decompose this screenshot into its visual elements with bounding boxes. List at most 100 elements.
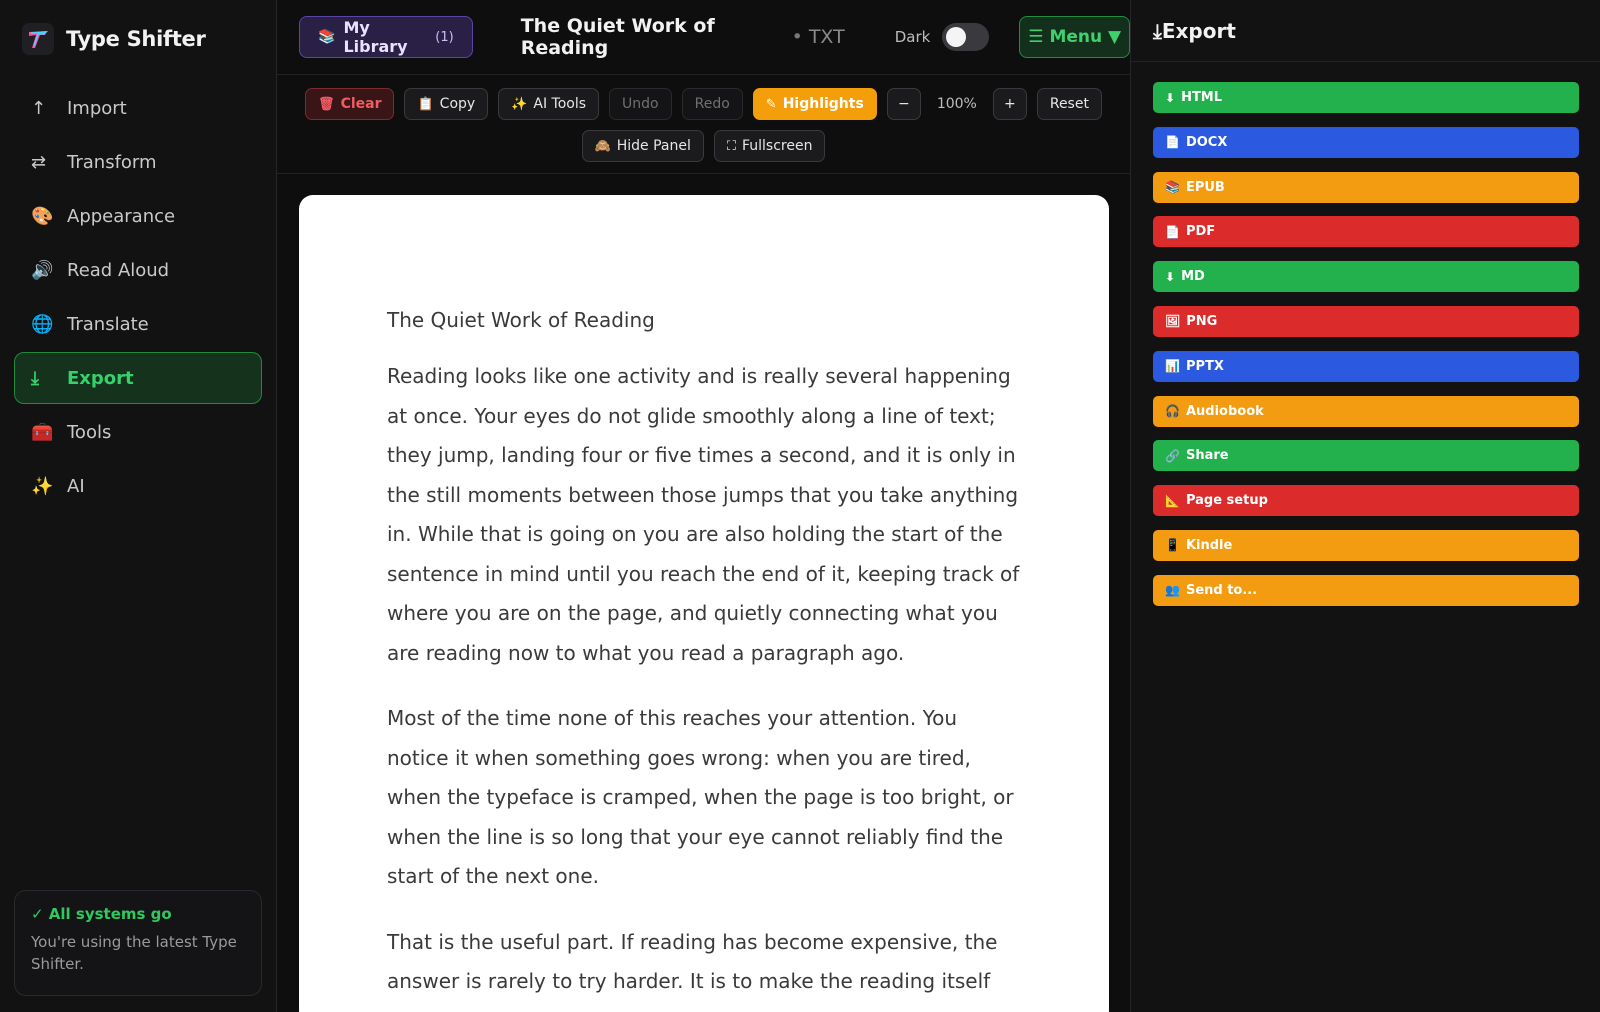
export-button-label: Share <box>1185 448 1229 464</box>
clear-button[interactable]: 🗑 Clear <box>305 88 395 120</box>
redo-button[interactable]: Redo <box>681 88 743 120</box>
reset-button[interactable]: Reset <box>1036 88 1102 120</box>
sidebar-item-translate[interactable]: 🌐 Translate <box>14 298 262 350</box>
zoom-level: 100% <box>936 96 977 112</box>
export-pdf-button[interactable]: 📄 PDF <box>1153 216 1579 248</box>
copy-button[interactable]: 📋 Copy <box>404 88 489 120</box>
sidebar-item-label: AI <box>67 475 85 497</box>
ruler-icon: 📐 <box>1165 493 1180 508</box>
zoom-in-button[interactable]: + <box>992 88 1027 120</box>
export-button-label: EPUB <box>1185 179 1225 195</box>
clipboard-icon: 📋 <box>417 96 434 112</box>
tablet-icon: 📱 <box>1165 538 1180 553</box>
export-share-button[interactable]: 🔗 Share <box>1153 440 1579 472</box>
my-library-label: My Library <box>343 18 408 56</box>
sidebar-item-label: Export <box>67 367 134 389</box>
link-icon: 🔗 <box>1165 448 1180 463</box>
toggle-knob <box>946 27 967 47</box>
trash-icon: 🗑 <box>318 96 335 112</box>
highlights-label: Highlights <box>782 96 864 112</box>
sparkles-icon: ✨ <box>511 96 528 112</box>
export-pptx-button[interactable]: 📊 PPTX <box>1153 350 1579 382</box>
export-panel-title: ⤓Export <box>1131 0 1600 62</box>
toolbar-row-1: 🗑 Clear 📋 Copy ✨ AI Tools Undo Redo ✎ Hi… <box>277 88 1130 120</box>
top-bar: 📚 My Library (1) The Quiet Work of Readi… <box>277 0 1130 75</box>
sidebar-item-label: Translate <box>67 313 149 335</box>
arrow-up-icon: ↑ <box>31 97 47 119</box>
sidebar-item-label: Read Aloud <box>67 259 170 281</box>
status-description: You're using the latest Type Shifter. <box>31 933 237 973</box>
sidebar-item-ai[interactable]: ✨ AI <box>14 460 262 512</box>
document-heading: The Quiet Work of Reading <box>387 308 655 332</box>
export-html-button[interactable]: ⬇ HTML <box>1153 82 1579 113</box>
export-send-to-button[interactable]: 👥 Send to... <box>1153 574 1579 606</box>
export-kindle-button[interactable]: 📱 Kindle <box>1153 529 1579 561</box>
document-icon: 📄 <box>1165 135 1180 150</box>
export-button-label: HTML <box>1181 90 1223 105</box>
highlights-button[interactable]: ✎ Highlights <box>752 88 877 120</box>
document-type: • TXT <box>792 26 845 48</box>
books-icon: 📚 <box>318 29 336 45</box>
export-png-button[interactable]: 🖼 PNG <box>1153 305 1579 337</box>
app-window: Type Shifter ↑ Import ⇄ Transform 🎨 Appe… <box>0 0 1600 1012</box>
brand[interactable]: Type Shifter <box>0 0 276 78</box>
export-button-label: MD <box>1181 269 1205 285</box>
image-icon: 🖼 <box>1165 314 1181 329</box>
globe-icon: 🌐 <box>31 313 54 335</box>
document-paragraph: Reading looks like one activity and is r… <box>387 364 1020 665</box>
document-page[interactable]: The Quiet Work of Reading Reading looks … <box>299 195 1109 1012</box>
fullscreen-button[interactable]: ⛶ Fullscreen <box>713 130 826 162</box>
sidebar-item-read-aloud[interactable]: 🔊 Read Aloud <box>14 244 262 296</box>
sidebar-item-label: Appearance <box>67 205 176 227</box>
sidebar-nav: ↑ Import ⇄ Transform 🎨 Appearance 🔊 Read… <box>0 82 276 512</box>
ai-tools-label: AI Tools <box>533 96 587 112</box>
export-page-setup-button[interactable]: 📐 Page setup <box>1153 485 1579 517</box>
headphones-icon: 🎧 <box>1165 404 1180 419</box>
export-button-label: PPTX <box>1185 358 1224 374</box>
palette-icon: 🎨 <box>31 205 54 227</box>
separator-dot: • <box>791 26 803 48</box>
sidebar: Type Shifter ↑ Import ⇄ Transform 🎨 Appe… <box>0 0 277 1012</box>
speaker-icon: 🔊 <box>31 259 54 281</box>
export-audiobook-button[interactable]: 🎧 Audiobook <box>1153 395 1579 427</box>
export-button-label: Audiobook <box>1185 403 1264 419</box>
export-button-label: Page setup <box>1185 493 1268 509</box>
my-library-button[interactable]: 📚 My Library (1) <box>299 16 473 58</box>
pencil-icon: ✎ <box>765 96 777 112</box>
fullscreen-label: Fullscreen <box>741 138 813 154</box>
dark-mode-label: Dark <box>894 28 931 46</box>
document-paragraph: Most of the time none of this reaches yo… <box>387 706 1014 888</box>
sidebar-item-appearance[interactable]: 🎨 Appearance <box>14 190 262 242</box>
sidebar-item-import[interactable]: ↑ Import <box>14 82 262 134</box>
sidebar-item-tools[interactable]: 🧰 Tools <box>14 406 262 458</box>
export-button-label: PNG <box>1186 313 1218 329</box>
toolbox-icon: 🧰 <box>31 421 54 443</box>
sparkles-icon: ✨ <box>31 475 54 497</box>
sidebar-item-transform[interactable]: ⇄ Transform <box>14 136 262 188</box>
hide-panel-button[interactable]: 🙈 Hide Panel <box>581 130 704 162</box>
export-button-label: DOCX <box>1185 134 1228 150</box>
document-icon: 📄 <box>1165 224 1180 239</box>
document-paragraph: That is the useful part. If reading has … <box>387 929 998 1012</box>
hide-panel-label: Hide Panel <box>616 138 691 154</box>
download-icon: ⬇ <box>1165 269 1176 284</box>
zoom-out-button[interactable]: − <box>886 88 921 120</box>
undo-button[interactable]: Undo <box>609 88 672 120</box>
status-card: ✓ All systems go You're using the latest… <box>14 890 262 996</box>
document-type-label: TXT <box>808 26 845 48</box>
editor-toolbar: 🗑 Clear 📋 Copy ✨ AI Tools Undo Redo ✎ Hi… <box>277 75 1130 174</box>
ai-tools-button[interactable]: ✨ AI Tools <box>498 88 600 120</box>
menu-button[interactable]: ☰ Menu ▼ <box>1019 16 1130 58</box>
status-title: ✓ All systems go <box>31 905 172 923</box>
clear-label: Clear <box>340 96 382 112</box>
export-docx-button[interactable]: 📄 DOCX <box>1153 126 1579 158</box>
export-epub-button[interactable]: 📚 EPUB <box>1153 171 1579 203</box>
export-md-button[interactable]: ⬇ MD <box>1153 261 1579 293</box>
sidebar-item-label: Tools <box>67 421 112 443</box>
export-button-label: Send to... <box>1185 582 1258 598</box>
sidebar-item-export[interactable]: ⤓ Export <box>14 352 262 404</box>
download-icon: ⤓ <box>31 367 39 389</box>
dark-mode-toggle[interactable] <box>942 23 990 51</box>
sidebar-item-label: Transform <box>67 151 157 173</box>
brand-name: Type Shifter <box>66 27 206 51</box>
